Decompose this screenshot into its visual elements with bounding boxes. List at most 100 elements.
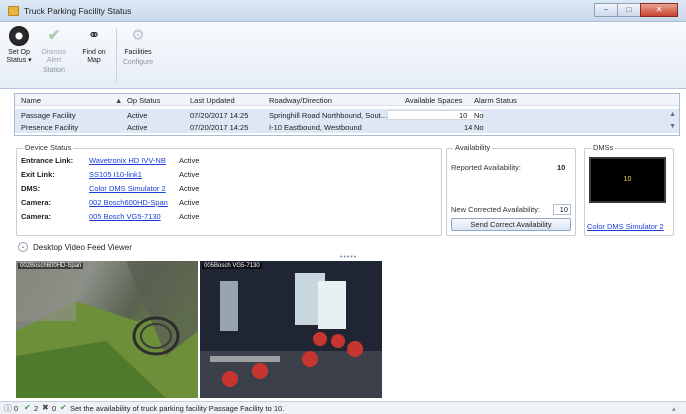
find-on-map-label: Find on Map <box>82 49 106 64</box>
available-spaces-editor[interactable] <box>387 110 483 120</box>
minimize-button[interactable]: – <box>594 3 618 17</box>
camera-image <box>16 261 198 398</box>
row-name: Passage Facility <box>21 111 76 120</box>
corrected-availability-input[interactable]: 10 <box>553 204 571 215</box>
error-icon: ✖ <box>42 403 49 412</box>
ok-check-icon: ✔ <box>24 403 31 412</box>
dms-sign-display: 10 <box>589 157 666 203</box>
camera-feed-label: 005Bosch VG5-7130 <box>202 263 262 269</box>
grid-header: Name ▲ Op Status Last Updated Roadway/Di… <box>15 94 679 106</box>
window-title: Truck Parking Facility Status <box>24 6 132 16</box>
availability-panel: Availability Reported Availability: 10 N… <box>446 143 576 236</box>
row-available-spaces: 14 <box>464 123 473 132</box>
close-button[interactable]: ✕ <box>640 3 678 17</box>
device-status-title: Device Status <box>23 143 74 152</box>
device-row: Exit Link: SS105 I10-link1 Active <box>21 170 271 181</box>
device-status-panel: Device Status Entrance Link: Wavetronix … <box>16 143 442 236</box>
row-name: Presence Facility <box>21 123 79 132</box>
maximize-button[interactable]: □ <box>617 3 641 17</box>
truck-parking-app-icon <box>8 6 19 16</box>
column-header-roadway[interactable]: Roadway/Direction <box>269 96 332 105</box>
corrected-availability-label: New Corrected Availability: <box>451 205 541 214</box>
column-header-alarm-status[interactable]: Alarm Status <box>474 96 517 105</box>
facility-grid: Name ▲ Op Status Last Updated Roadway/Di… <box>14 93 680 136</box>
device-label: DMS: <box>21 184 41 193</box>
device-link[interactable]: Wavetronix HD IVV-NB <box>89 156 166 165</box>
device-status: Active <box>179 184 200 193</box>
window-controls: – □ ✕ <box>594 3 678 17</box>
device-status: Active <box>179 170 200 179</box>
dismiss-alert-button[interactable]: ✔ Dismiss Alert Station <box>38 26 70 75</box>
camera-image <box>200 261 382 398</box>
device-row: DMS: Color DMS Simulator 2 Active <box>21 184 271 195</box>
device-label: Camera: <box>21 212 52 221</box>
splitter-grip-icon[interactable]: ••••• <box>340 254 357 261</box>
device-status: Active <box>179 212 200 221</box>
device-link[interactable]: Color DMS Simulator 2 <box>89 184 166 193</box>
row-roadway: Springhill Road Northbound, Sout... <box>269 111 387 120</box>
error-count: 0 <box>52 404 57 413</box>
facilities-button[interactable]: ⚙ Facilities Configure <box>118 26 158 67</box>
device-row: Entrance Link: Wavetronix HD IVV-NB Acti… <box>21 156 271 167</box>
device-link[interactable]: 002 Bosch600HD-Span <box>89 198 168 207</box>
binoculars-icon: ⚭ <box>87 27 101 44</box>
reported-availability-value: 10 <box>557 163 566 172</box>
row-last-updated: 07/20/2017 14:25 <box>190 111 249 120</box>
find-on-map-button[interactable]: ⚭ Find on Map <box>75 26 113 65</box>
collapse-toggle-icon[interactable]: ⌄ <box>18 242 28 252</box>
availability-title: Availability <box>453 143 493 152</box>
status-expand-icon[interactable]: ▴ <box>672 404 676 413</box>
row-alarm-status: No <box>474 123 484 132</box>
device-label: Exit Link: <box>21 170 55 179</box>
video-feed-title: Desktop Video Feed Viewer <box>33 243 132 252</box>
column-header-op-status[interactable]: Op Status <box>127 96 160 105</box>
device-label: Entrance Link: <box>21 156 74 165</box>
set-op-status-label: Set Op Status ▾ <box>6 49 32 64</box>
device-link[interactable]: SS105 I10-link1 <box>89 170 142 179</box>
row-available-spaces: 10 <box>459 111 468 120</box>
op-status-icon <box>9 26 29 46</box>
row-op-status: Active <box>127 111 148 120</box>
ribbon-group-configure: Configure <box>122 59 154 66</box>
column-header-name[interactable]: Name <box>21 96 41 105</box>
table-row[interactable]: Passage Facility Active 07/20/2017 14:25… <box>15 109 679 121</box>
set-op-status-button[interactable]: Set Op Status ▾ <box>4 26 34 65</box>
dms-title: DMSs <box>591 143 616 152</box>
camera-feed-label: 002Bosch600HD-Span <box>18 263 84 269</box>
ribbon-toolbar: Set Op Status ▾ ✔ Dismiss Alert Station … <box>0 22 686 89</box>
gear-icon: ⚙ <box>131 27 145 44</box>
status-bar: ⓘ 0 ✔ 2 ✖ 0 ✔ Set the availability of tr… <box>0 401 686 414</box>
row-last-updated: 07/20/2017 14:25 <box>190 123 249 132</box>
device-label: Camera: <box>21 198 52 207</box>
success-check-icon: ✔ <box>60 403 67 412</box>
row-roadway: I-10 Eastbound, Westbound <box>269 123 362 132</box>
dismiss-alert-label: Dismiss Alert <box>41 49 67 64</box>
device-status: Active <box>179 156 200 165</box>
dms-panel: DMSs 10 Color DMS Simulator 2 <box>584 143 674 236</box>
ok-count: 2 <box>34 404 39 413</box>
title-bar: Truck Parking Facility Status – □ ✕ <box>0 0 686 22</box>
send-correct-availability-button[interactable]: Send Correct Availability <box>451 218 571 231</box>
check-icon: ✔ <box>47 27 61 44</box>
table-row[interactable]: Presence Facility Active 07/20/2017 14:2… <box>15 121 679 133</box>
device-status: Active <box>179 198 200 207</box>
scroll-up-icon[interactable]: ▲ <box>669 111 676 118</box>
device-row: Camera: 002 Bosch600HD-Span Active <box>21 198 271 209</box>
info-icon: ⓘ <box>4 404 12 413</box>
column-header-available-spaces[interactable]: Available Spaces <box>405 96 462 105</box>
reported-availability-label: Reported Availability: <box>451 163 521 172</box>
device-link[interactable]: 005 Bosch VG5-7130 <box>89 212 161 221</box>
camera-feed-2[interactable]: 005Bosch VG5-7130 <box>200 261 382 398</box>
dms-link[interactable]: Color DMS Simulator 2 <box>587 222 664 231</box>
device-row: Camera: 005 Bosch VG5-7130 Active <box>21 212 271 223</box>
ribbon-group-station: Station <box>43 67 65 74</box>
info-count: 0 <box>14 404 19 413</box>
camera-feed-1[interactable]: 002Bosch600HD-Span <box>16 261 198 398</box>
column-header-last-updated[interactable]: Last Updated <box>190 96 235 105</box>
ribbon-separator <box>116 28 117 83</box>
sort-ascending-icon: ▲ <box>115 96 123 105</box>
scroll-down-icon[interactable]: ▼ <box>669 123 676 130</box>
status-message: Set the availability of truck parking fa… <box>70 404 285 413</box>
row-op-status: Active <box>127 123 148 132</box>
facilities-label: Facilities <box>124 49 152 56</box>
